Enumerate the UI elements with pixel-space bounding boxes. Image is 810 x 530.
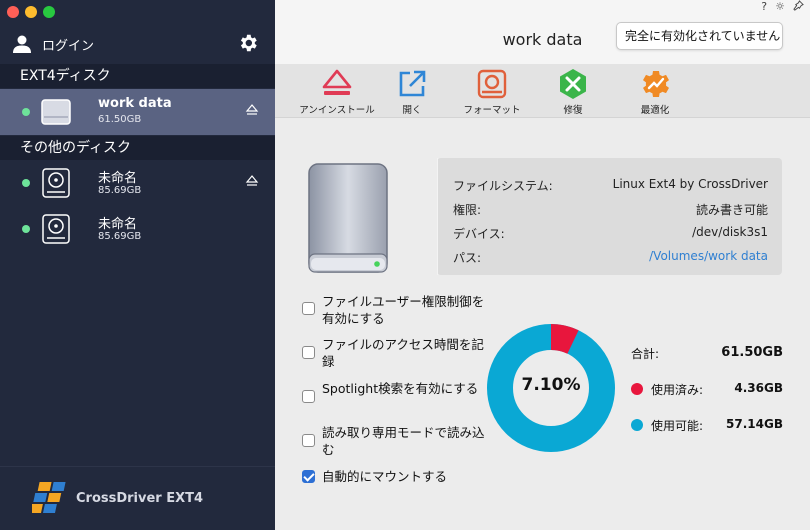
format-button[interactable]: フォーマット bbox=[447, 66, 537, 116]
total-value: 61.50GB bbox=[721, 345, 783, 360]
option-automount[interactable]: 自動的にマウントする bbox=[302, 468, 487, 485]
brand: CrossDriver EXT4 bbox=[32, 478, 203, 518]
free-value: 57.14GB bbox=[726, 417, 783, 431]
eject-icon bbox=[322, 69, 352, 95]
option-label: 自動的にマウントする bbox=[322, 469, 448, 484]
used-row: 使用済み: 4.36GB bbox=[631, 381, 783, 401]
disk-name: 未命名 bbox=[98, 171, 138, 186]
section-other-disks: その他のディスク bbox=[0, 136, 275, 160]
option-spotlight[interactable]: Spotlight検索を有効にする bbox=[302, 380, 487, 403]
hard-disk-icon bbox=[42, 168, 70, 198]
sidebar: ログイン EXT4ディスク work data 61.50GB その他のディスク… bbox=[0, 0, 275, 530]
close-window-button[interactable] bbox=[7, 6, 19, 18]
format-label: フォーマット bbox=[463, 105, 521, 116]
zoom-window-button[interactable] bbox=[43, 6, 55, 18]
path-link[interactable]: /Volumes/work data bbox=[649, 249, 768, 263]
pin-icon[interactable] bbox=[793, 0, 804, 14]
disk-size: 85.69GB bbox=[98, 231, 142, 242]
minimize-window-button[interactable] bbox=[25, 6, 37, 18]
device-label: デバイス: bbox=[453, 227, 505, 241]
gear-icon[interactable] bbox=[237, 32, 259, 54]
disk-name: work data bbox=[98, 96, 172, 111]
optimize-gear-icon bbox=[643, 71, 669, 97]
disk-name: 未命名 bbox=[98, 217, 138, 232]
option-access-time[interactable]: ファイルのアクセス時間を記録 bbox=[302, 336, 487, 370]
status-dot bbox=[22, 179, 30, 187]
option-label: 読み取り専用モードで読み込む bbox=[322, 425, 485, 457]
repair-button[interactable]: 修復 bbox=[528, 66, 618, 116]
free-row: 使用可能: 57.14GB bbox=[631, 417, 783, 437]
user-icon bbox=[13, 35, 31, 53]
optimize-label: 最適化 bbox=[640, 105, 670, 116]
total-label: 合計: bbox=[631, 347, 660, 361]
disk-info-panel: ファイルシステム: Linux Ext4 by CrossDriver 権限: … bbox=[437, 158, 782, 275]
status-dot bbox=[22, 225, 30, 233]
access-time-checkbox[interactable] bbox=[302, 346, 315, 359]
activation-notice[interactable]: 完全に有効化されていません bbox=[616, 22, 783, 50]
sidebar-disk-unnamed-2[interactable]: 未命名 85.69GB bbox=[0, 206, 275, 252]
window-controls bbox=[7, 6, 55, 18]
info-permission: 権限: 読み書き可能 bbox=[453, 201, 768, 221]
automount-checkbox[interactable] bbox=[302, 470, 315, 483]
permission-label: 権限: bbox=[453, 203, 482, 217]
sidebar-disk-unnamed-1[interactable]: 未命名 85.69GB bbox=[0, 160, 275, 206]
open-label: 開く bbox=[402, 105, 422, 116]
sidebar-disk-work-data[interactable]: work data 61.50GB bbox=[0, 89, 275, 135]
main-panel: ? ☼ work data 完全に有効化されていません アンインストール 開く bbox=[275, 0, 810, 530]
filesystem-label: ファイルシステム: bbox=[453, 179, 553, 193]
info-filesystem: ファイルシステム: Linux Ext4 by CrossDriver bbox=[453, 177, 768, 197]
user-permission-checkbox[interactable] bbox=[302, 302, 315, 315]
filesystem-value: Linux Ext4 by CrossDriver bbox=[612, 177, 768, 191]
device-value: /dev/disk3s1 bbox=[692, 225, 768, 239]
external-drive-icon bbox=[308, 163, 388, 273]
path-label: パス: bbox=[453, 251, 482, 265]
repair-label: 修復 bbox=[563, 105, 583, 116]
toolbar: アンインストール 開く フォーマット 修復 最適化 bbox=[275, 64, 810, 118]
drive-icon bbox=[41, 99, 71, 125]
total-row: 合計: 61.50GB bbox=[631, 345, 783, 365]
section-ext4-disks: EXT4ディスク bbox=[0, 64, 275, 88]
crossdriver-logo-icon bbox=[32, 482, 66, 513]
repair-tools-icon bbox=[560, 69, 586, 99]
brightness-icon[interactable]: ☼ bbox=[775, 0, 785, 14]
eject-icon[interactable] bbox=[245, 174, 259, 188]
used-value: 4.36GB bbox=[734, 381, 783, 395]
option-label: Spotlight検索を有効にする bbox=[322, 381, 479, 396]
divider bbox=[0, 466, 275, 467]
eject-icon[interactable] bbox=[245, 103, 259, 117]
option-readonly[interactable]: 読み取り専用モードで読み込む bbox=[302, 424, 487, 458]
used-legend-dot bbox=[631, 383, 643, 395]
disk-size: 85.69GB bbox=[98, 185, 142, 196]
disk-size: 61.50GB bbox=[98, 114, 142, 125]
free-legend-dot bbox=[631, 419, 643, 431]
usage-percent: 7.10% bbox=[521, 375, 581, 395]
spotlight-checkbox[interactable] bbox=[302, 390, 315, 403]
brand-name: CrossDriver EXT4 bbox=[76, 490, 204, 506]
option-label: ファイルユーザー権限制御を有効にする bbox=[322, 294, 485, 326]
used-label: 使用済み: bbox=[651, 383, 704, 397]
titlebar: ? ☼ work data 完全に有効化されていません bbox=[275, 0, 810, 64]
status-dot bbox=[22, 108, 30, 116]
format-disk-icon bbox=[477, 69, 507, 99]
login-row[interactable]: ログイン bbox=[12, 30, 267, 58]
divider bbox=[437, 158, 438, 275]
option-user-permission[interactable]: ファイルユーザー権限制御を有効にする bbox=[302, 293, 487, 327]
info-path: パス: /Volumes/work data bbox=[453, 249, 768, 269]
optimize-button[interactable]: 最適化 bbox=[610, 66, 700, 116]
login-label: ログイン bbox=[42, 38, 95, 54]
hard-disk-icon bbox=[42, 214, 70, 244]
open-button[interactable]: 開く bbox=[367, 66, 457, 116]
free-label: 使用可能: bbox=[651, 419, 704, 433]
option-label: ファイルのアクセス時間を記録 bbox=[322, 337, 484, 369]
info-device: デバイス: /dev/disk3s1 bbox=[453, 225, 768, 245]
permission-value: 読み書き可能 bbox=[695, 203, 768, 217]
titlebar-icons: ? ☼ bbox=[761, 0, 804, 14]
readonly-checkbox[interactable] bbox=[302, 434, 315, 447]
open-external-icon bbox=[399, 70, 426, 97]
help-icon[interactable]: ? bbox=[761, 0, 767, 14]
